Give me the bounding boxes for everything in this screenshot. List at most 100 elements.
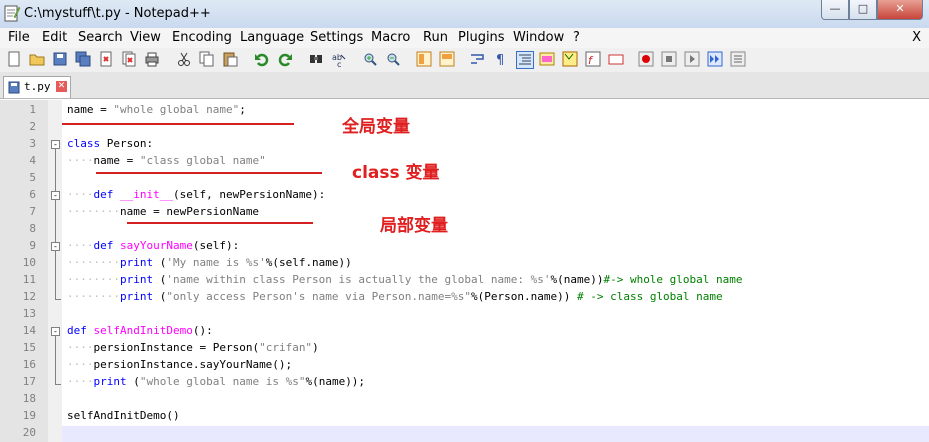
menu-run[interactable]: Run bbox=[423, 30, 448, 45]
menu-macro[interactable]: Macro bbox=[371, 30, 410, 45]
line-number: 2 bbox=[29, 120, 36, 133]
save-all-icon[interactable] bbox=[75, 51, 91, 67]
line-number: 12 bbox=[22, 290, 36, 303]
menu-window[interactable]: Window bbox=[513, 30, 564, 45]
play-macro-icon[interactable] bbox=[684, 51, 700, 67]
line-number: 14 bbox=[22, 324, 36, 337]
menu-plugins[interactable]: Plugins bbox=[458, 30, 505, 45]
code-line[interactable]: ····print ("whole global name is %s"%(na… bbox=[67, 375, 365, 388]
line-number: 19 bbox=[22, 409, 36, 422]
menu-settings[interactable]: Settings bbox=[310, 30, 363, 45]
minimize-button[interactable]: — bbox=[821, 0, 849, 20]
underline-local bbox=[127, 222, 313, 224]
close-window-button[interactable]: ✕ bbox=[877, 0, 923, 20]
annotation-local-variable: 局部变量 bbox=[380, 216, 448, 236]
fold-toggle-icon[interactable]: - bbox=[51, 140, 60, 149]
toolbar: ab c ¶ f bbox=[0, 48, 929, 72]
stop-macro-icon[interactable] bbox=[661, 51, 677, 67]
editor-area[interactable] bbox=[62, 100, 929, 442]
save-icon[interactable] bbox=[52, 51, 68, 67]
menu-encoding[interactable]: Encoding bbox=[172, 30, 232, 45]
line-number: 6 bbox=[29, 188, 36, 201]
new-file-icon[interactable] bbox=[6, 51, 22, 67]
paste-icon[interactable] bbox=[222, 51, 238, 67]
line-number: 5 bbox=[29, 171, 36, 184]
code-line[interactable]: class Person: bbox=[67, 137, 153, 150]
code-line[interactable]: ····name = "class global name" bbox=[67, 154, 266, 167]
user-lang-icon[interactable] bbox=[539, 51, 555, 67]
show-all-chars-icon[interactable]: ¶ bbox=[493, 51, 509, 67]
wrap-icon[interactable] bbox=[470, 51, 486, 67]
line-number: 15 bbox=[22, 341, 36, 354]
indent-guide-icon[interactable] bbox=[516, 51, 534, 69]
menu-language[interactable]: Language bbox=[240, 30, 304, 45]
svg-text:¶: ¶ bbox=[496, 53, 504, 67]
function-list-icon[interactable]: f bbox=[585, 51, 601, 67]
fold-line bbox=[55, 336, 56, 384]
code-line[interactable]: def selfAndInitDemo(): bbox=[67, 324, 213, 337]
zoom-out-icon[interactable] bbox=[385, 51, 401, 67]
tab-close-icon[interactable]: ✕ bbox=[56, 81, 67, 92]
fold-end bbox=[55, 384, 61, 385]
code-line[interactable]: ········name = newPersionName bbox=[67, 205, 259, 218]
line-number: 9 bbox=[29, 239, 36, 252]
code-line[interactable]: selfAndInitDemo() bbox=[67, 409, 180, 422]
copy-icon[interactable] bbox=[199, 51, 215, 67]
underline-class bbox=[96, 172, 322, 174]
open-file-icon[interactable] bbox=[29, 51, 45, 67]
run-macro-multiple-icon[interactable] bbox=[707, 51, 723, 67]
sync-h-icon[interactable] bbox=[439, 51, 455, 67]
menu-help[interactable]: ? bbox=[573, 30, 580, 45]
record-macro-icon[interactable] bbox=[638, 51, 654, 67]
current-line-highlight bbox=[62, 426, 929, 442]
find-icon[interactable] bbox=[308, 51, 324, 67]
close-all-icon[interactable] bbox=[121, 51, 137, 67]
saved-file-icon bbox=[8, 81, 20, 94]
menu-edit[interactable]: Edit bbox=[42, 30, 67, 45]
close-icon[interactable] bbox=[98, 51, 114, 67]
tab-t-py[interactable]: t.py ✕ bbox=[3, 76, 71, 98]
window-title: C:\mystuff\t.py - Notepad++ bbox=[24, 6, 211, 21]
line-number: 13 bbox=[22, 307, 36, 320]
fold-toggle-icon[interactable]: - bbox=[51, 191, 60, 200]
fold-toggle-icon[interactable]: - bbox=[51, 242, 60, 251]
redo-icon[interactable] bbox=[277, 51, 293, 67]
sync-v-icon[interactable] bbox=[416, 51, 432, 67]
menu-search[interactable]: Search bbox=[78, 30, 123, 45]
folder-workspace-icon[interactable] bbox=[608, 51, 624, 67]
line-number: 10 bbox=[22, 256, 36, 269]
line-number: 3 bbox=[29, 137, 36, 150]
notepad-app-icon bbox=[4, 5, 20, 22]
fold-toggle-icon[interactable]: - bbox=[51, 327, 60, 336]
code-line[interactable]: name = "whole global name"; bbox=[67, 103, 246, 116]
fold-end bbox=[55, 299, 61, 300]
close-document-x[interactable]: X bbox=[912, 30, 921, 45]
fold-line bbox=[55, 149, 56, 299]
code-line[interactable]: ····persionInstance = Person("crifan") bbox=[67, 341, 319, 354]
cut-icon[interactable] bbox=[176, 51, 192, 67]
maximize-button[interactable]: □ bbox=[849, 0, 877, 20]
zoom-in-icon[interactable] bbox=[362, 51, 378, 67]
line-number: 4 bbox=[29, 154, 36, 167]
replace-icon[interactable]: abc bbox=[331, 51, 347, 67]
tab-label: t.py bbox=[24, 80, 51, 93]
doc-map-icon[interactable] bbox=[562, 51, 578, 67]
code-line[interactable]: ········print ('name within class Person… bbox=[67, 273, 743, 286]
menu-file[interactable]: File bbox=[8, 30, 30, 45]
code-line[interactable]: ········print ('My name is %s'%(self.nam… bbox=[67, 256, 352, 269]
save-macro-icon[interactable] bbox=[730, 51, 746, 67]
line-number: 20 bbox=[22, 426, 36, 439]
line-number-gutter bbox=[0, 100, 48, 442]
undo-icon[interactable] bbox=[254, 51, 270, 67]
line-number: 16 bbox=[22, 358, 36, 371]
annotation-global-variable: 全局变量 bbox=[342, 117, 410, 137]
underline-global bbox=[62, 123, 294, 125]
code-line[interactable]: ········print ("only access Person's nam… bbox=[67, 290, 723, 303]
print-icon[interactable] bbox=[144, 51, 160, 67]
menu-view[interactable]: View bbox=[130, 30, 161, 45]
code-line[interactable]: ····def sayYourName(self): bbox=[67, 239, 239, 252]
title-bar: C:\mystuff\t.py - Notepad++ — □ ✕ bbox=[0, 0, 929, 29]
code-line[interactable]: ····def __init__(self, newPersionName): bbox=[67, 188, 325, 201]
code-line[interactable]: ····persionInstance.sayYourName(); bbox=[67, 358, 292, 371]
line-number: 7 bbox=[29, 205, 36, 218]
